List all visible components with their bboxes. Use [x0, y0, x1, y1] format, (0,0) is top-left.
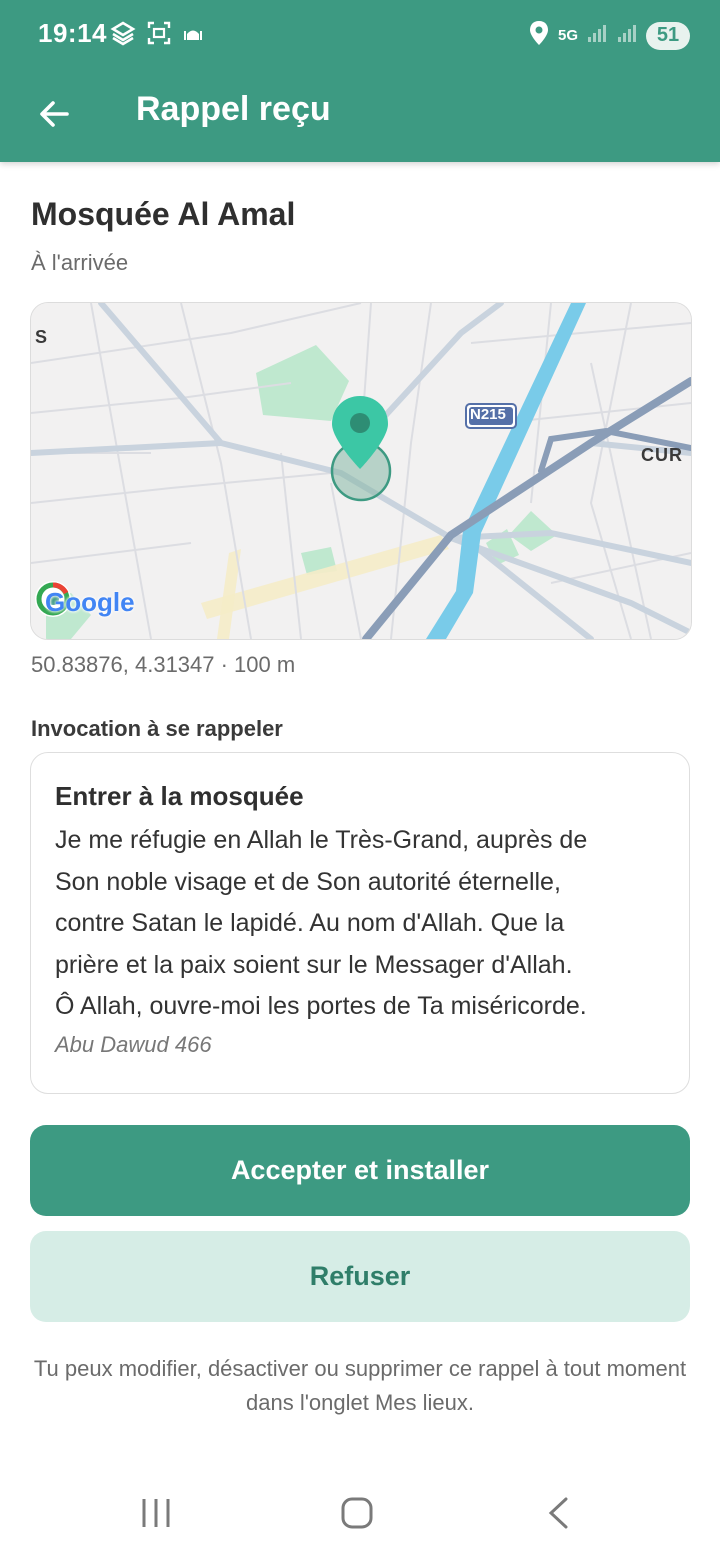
map-label-left: S — [35, 327, 48, 347]
arrow-left-icon — [40, 101, 69, 127]
screenshot-icon — [146, 20, 172, 51]
mosque-icon — [182, 22, 204, 49]
signal-icon — [586, 22, 608, 49]
app-icon — [110, 20, 136, 51]
invocation-line: Son noble visage et de Son autorité éter… — [55, 867, 561, 896]
recent-apps-button[interactable] — [126, 1488, 186, 1538]
back-button[interactable] — [26, 86, 82, 142]
place-name: Mosquée Al Amal — [31, 196, 296, 232]
footer-note: Tu peux modifier, désactiver ou supprime… — [33, 1356, 687, 1415]
coordinates-text: 50.83876, 4.31347 · 100 m — [31, 652, 296, 677]
invocation-card: Entrer à la mosquée Je me réfugie en All… — [30, 752, 690, 1094]
invocation-line: prière et la paix soient sur le Messager… — [55, 950, 573, 979]
invocation-title: Entrer à la mosquée — [55, 781, 304, 811]
system-nav-bar — [0, 1470, 720, 1560]
screen: 19:14 5G 51 Rappel reçu Mosquée Al Amal … — [0, 0, 720, 1560]
app-bar: Rappel reçu — [0, 70, 720, 162]
page-title: Rappel reçu — [136, 90, 331, 128]
invocation-line: contre Satan le lapidé. Au nom d'Allah. … — [55, 909, 565, 937]
invocation-line: Je me réfugie en Allah le Très-Grand, au… — [55, 826, 588, 854]
signal-icon — [616, 22, 638, 49]
status-time: 19:14 — [38, 18, 107, 48]
trigger-type: À l'arrivée — [31, 250, 129, 275]
accept-install-button[interactable]: Accepter et installer — [30, 1125, 690, 1216]
back-nav-button[interactable] — [528, 1488, 588, 1538]
battery-icon: 51 — [646, 21, 690, 50]
road-shield-n215: N215 — [470, 406, 506, 423]
status-bar: 19:14 5G 51 — [0, 0, 720, 70]
5g-icon: 5G — [557, 27, 578, 44]
map-view[interactable]: S N215 CUR Google — [30, 302, 692, 640]
invocation-line: Ô Allah, ouvre-moi les portes de Ta misé… — [55, 992, 587, 1020]
recent-apps-icon — [142, 1499, 170, 1527]
invocation-text: Je me réfugie en Allah le Très-Grand, au… — [55, 820, 665, 1028]
invocation-source: Abu Dawud 466 — [55, 1031, 212, 1057]
invocation-section-label: Invocation à se rappeler — [31, 716, 283, 741]
refuse-button[interactable]: Refuser — [30, 1231, 690, 1322]
location-icon — [528, 20, 550, 51]
chevron-left-icon — [548, 1497, 568, 1529]
home-icon — [341, 1497, 373, 1529]
map-label-right: CUR — [641, 445, 683, 465]
google-logo: Google — [45, 587, 135, 617]
home-button[interactable] — [327, 1488, 387, 1538]
